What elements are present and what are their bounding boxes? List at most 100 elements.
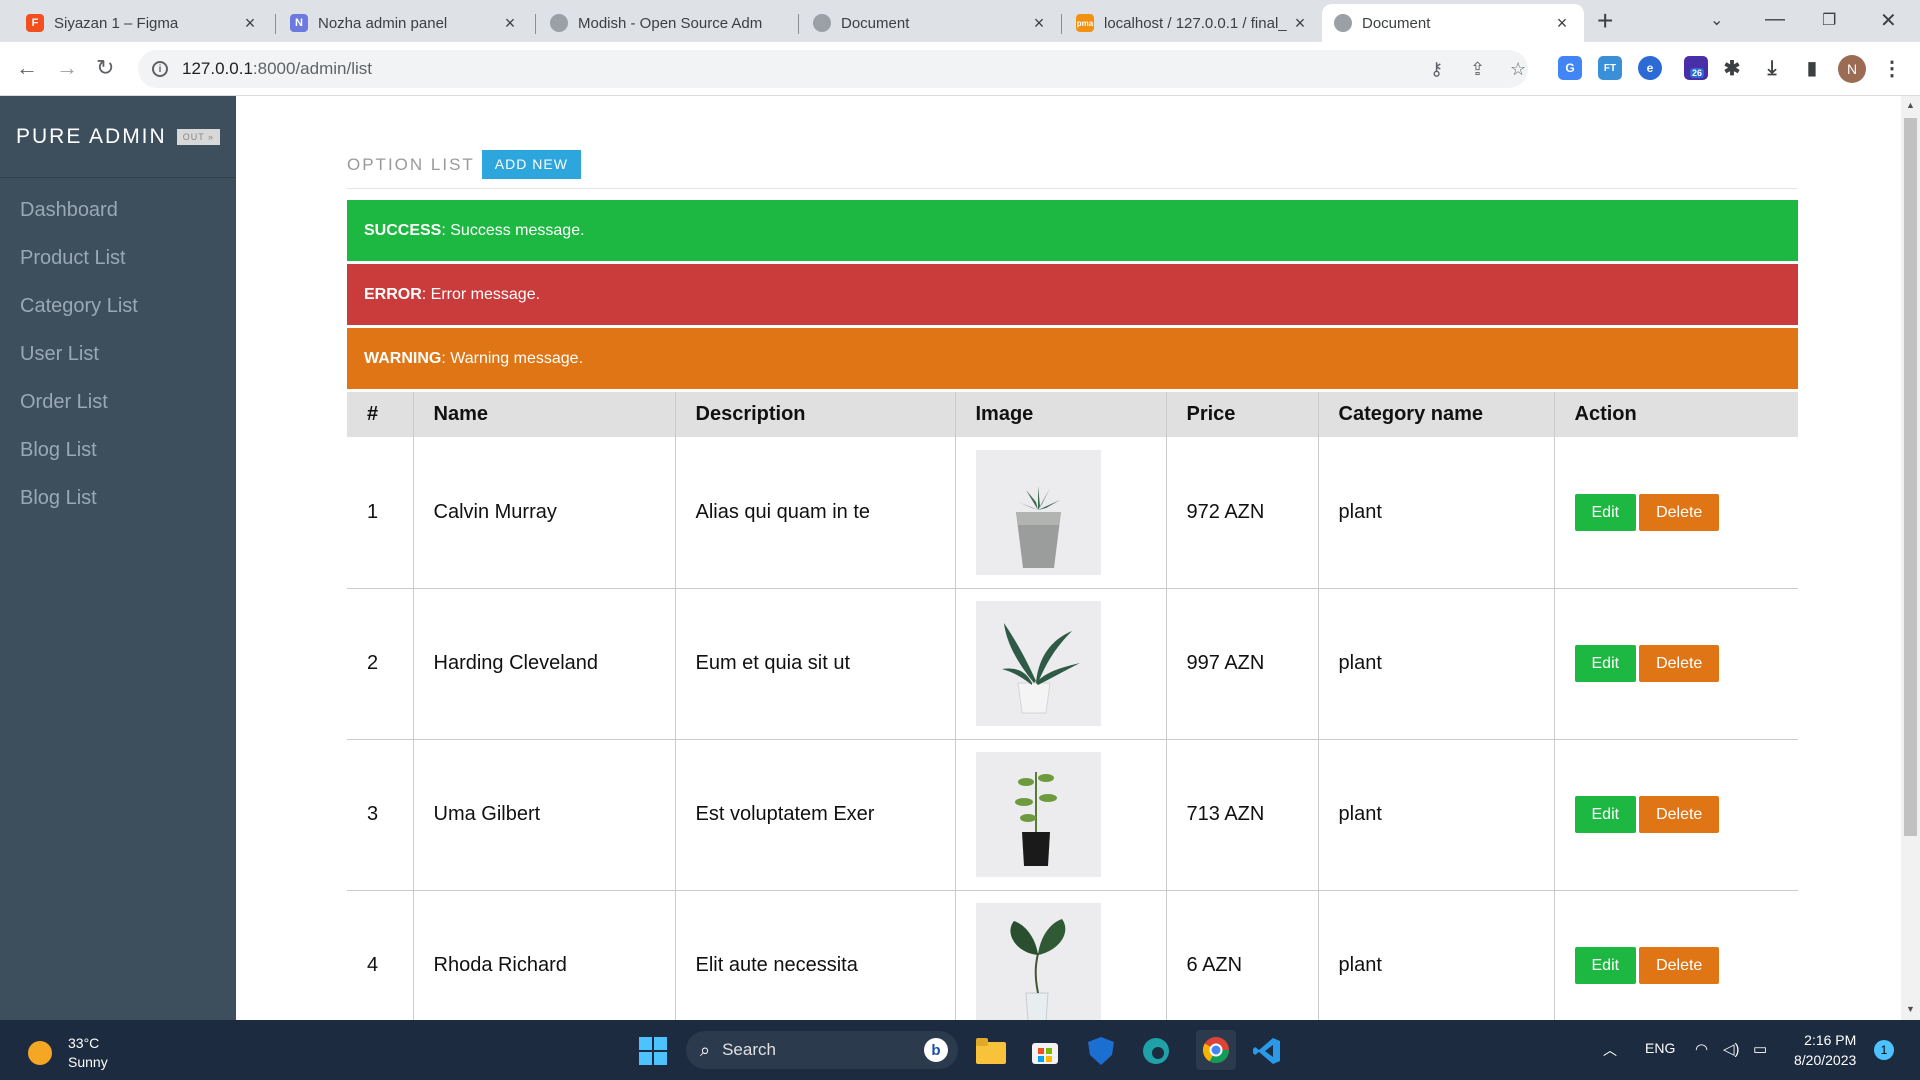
translate-extension-icon[interactable]: G (1558, 56, 1582, 80)
address-bar[interactable]: i 127.0.0.1:8000/admin/list ⚷ ⇪ ☆ (138, 50, 1528, 88)
bing-icon[interactable]: b (924, 1038, 948, 1062)
logout-badge[interactable]: OUT » (176, 128, 221, 145)
edge-extension-icon[interactable]: e (1638, 56, 1662, 80)
browser-tab[interactable]: Modish - Open Source Adm (538, 4, 798, 42)
alert-label: SUCCESS (364, 221, 442, 239)
vscode-icon[interactable] (1252, 1036, 1282, 1066)
cell-name: Calvin Murray (412, 437, 675, 589)
chrome-icon[interactable] (1196, 1030, 1236, 1070)
delete-button[interactable]: Delete (1639, 796, 1720, 833)
browser-tab[interactable]: F Siyazan 1 – Figma × (14, 4, 272, 42)
cell-price: 713 AZN (1165, 739, 1318, 891)
language-indicator[interactable]: ENG (1645, 1040, 1675, 1056)
browser-tab-active[interactable]: Document × (1322, 4, 1584, 42)
delete-button[interactable]: Delete (1639, 645, 1720, 682)
microsoft-store-icon[interactable] (1030, 1036, 1060, 1066)
edit-button[interactable]: Edit (1574, 493, 1637, 531)
extension-badge: 26 (1690, 68, 1705, 78)
close-icon[interactable]: × (240, 13, 260, 34)
close-icon[interactable]: × (1552, 13, 1572, 34)
cell-price: 997 AZN (1165, 588, 1318, 740)
weather-text: 33°C Sunny (68, 1034, 108, 1072)
page-viewport: PURE ADMIN OUT » Dashboard Product List … (0, 96, 1920, 1020)
windows-start-icon[interactable] (638, 1036, 668, 1066)
clock-time: 2:16 PM (1804, 1032, 1857, 1048)
bookmark-star-icon[interactable]: ☆ (1510, 59, 1526, 80)
table-header-row: # Name Description Image Price Category … (347, 392, 1798, 437)
profile-avatar[interactable]: N (1838, 55, 1866, 83)
column-header-id: # (367, 403, 379, 425)
close-window-icon[interactable]: ✕ (1880, 8, 1897, 33)
delete-button[interactable]: Delete (1639, 947, 1720, 984)
file-explorer-icon[interactable] (976, 1036, 1006, 1066)
close-icon[interactable]: × (1029, 13, 1049, 34)
phpmyadmin-icon: pma (1076, 14, 1094, 32)
show-hidden-icons-icon[interactable]: ︿ (1603, 1040, 1617, 1060)
edit-button[interactable]: Edit (1574, 947, 1637, 984)
sidebar-item-category-list[interactable]: Category List (0, 282, 236, 330)
puzzle-extensions-icon[interactable]: ✱ (1720, 56, 1744, 80)
notification-badge[interactable]: 1 (1874, 1040, 1894, 1060)
graduation-extension-icon[interactable]: 26 (1684, 56, 1708, 80)
edit-button[interactable]: Edit (1574, 645, 1637, 682)
scroll-up-arrow[interactable]: ▲ (1901, 100, 1920, 110)
column-header-name: Name (412, 392, 675, 437)
battery-icon[interactable]: ▭ (1753, 1040, 1767, 1058)
edge-browser-icon[interactable] (1141, 1036, 1171, 1066)
add-new-button[interactable]: ADD NEW (481, 150, 581, 179)
volume-icon[interactable]: ◁) (1723, 1040, 1740, 1058)
minimize-icon[interactable]: — (1765, 8, 1785, 31)
sidebar-item-blog-list-2[interactable]: Blog List (0, 474, 236, 522)
forward-icon[interactable]: → (56, 55, 78, 81)
browser-tab[interactable]: pma localhost / 127.0.0.1 / final_ × (1064, 4, 1322, 42)
alert-message: : Error message. (421, 285, 541, 303)
tab-title: Nozha admin panel (318, 14, 448, 32)
table-row: 1 Calvin Murray Alias qui quam in te 972… (347, 437, 1798, 589)
page-scrollbar[interactable]: ▲ ▼ (1901, 96, 1920, 1020)
ft-extension-icon[interactable]: FT (1598, 56, 1622, 80)
side-panel-icon[interactable]: ▮ (1800, 56, 1824, 80)
sidebar-item-blog-list[interactable]: Blog List (0, 426, 236, 474)
tab-search-icon[interactable]: ⌄ (1710, 10, 1723, 30)
scroll-thumb[interactable] (1904, 118, 1917, 836)
url-host: 127.0.0.1 (182, 59, 253, 78)
close-icon[interactable]: × (500, 13, 520, 34)
tab-title: Document (841, 14, 910, 32)
cell-price: 6 AZN (1165, 890, 1318, 1020)
taskbar-search[interactable]: ⌕ Search b (686, 1031, 958, 1069)
cell-id: 1 (347, 437, 413, 589)
info-icon[interactable]: i (152, 61, 168, 77)
edit-button[interactable]: Edit (1574, 796, 1637, 833)
new-tab-button[interactable]: + (1597, 7, 1613, 35)
reload-icon[interactable]: ↻ (96, 55, 114, 81)
weather-widget[interactable]: 33°C Sunny (28, 1034, 108, 1072)
share-icon[interactable]: ⇪ (1470, 59, 1485, 80)
cell-image (954, 588, 1166, 740)
sidebar-item-user-list[interactable]: User List (0, 330, 236, 378)
cell-action: Edit Delete (1553, 739, 1798, 891)
clock[interactable]: 2:16 PM 8/20/2023 (1794, 1030, 1856, 1070)
download-icon[interactable]: ⤓ (1760, 56, 1784, 80)
globe-icon (813, 14, 831, 32)
menu-kebab-icon[interactable]: ⋮ (1880, 56, 1904, 80)
scroll-down-arrow[interactable]: ▼ (1901, 1004, 1920, 1014)
security-shield-icon[interactable] (1086, 1036, 1116, 1066)
sidebar-item-order-list[interactable]: Order List (0, 378, 236, 426)
key-icon[interactable]: ⚷ (1430, 59, 1443, 80)
sidebar-item-dashboard[interactable]: Dashboard (0, 186, 236, 234)
sidebar-item-product-list[interactable]: Product List (0, 234, 236, 282)
wifi-icon[interactable]: ◠ (1695, 1040, 1708, 1058)
cell-action: Edit Delete (1553, 890, 1798, 1020)
tab-separator (798, 14, 799, 34)
browser-tab[interactable]: N Nozha admin panel × (278, 4, 532, 42)
globe-icon (1334, 14, 1352, 32)
delete-button[interactable]: Delete (1639, 493, 1720, 531)
back-icon[interactable]: ← (16, 55, 38, 81)
tab-title: Siyazan 1 – Figma (54, 14, 179, 32)
restore-icon[interactable]: ❐ (1822, 10, 1836, 30)
snake-plant-image (975, 601, 1101, 726)
close-icon[interactable]: × (1290, 13, 1310, 34)
column-header-category: Category name (1317, 392, 1554, 437)
browser-tab[interactable]: Document × (801, 4, 1061, 42)
cell-id: 3 (347, 739, 413, 891)
